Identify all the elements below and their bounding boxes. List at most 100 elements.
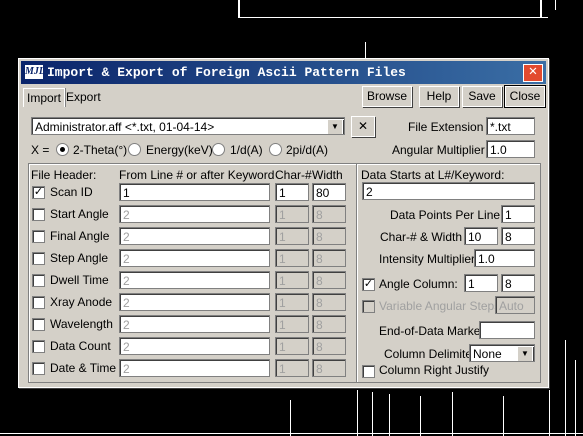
help-button[interactable]: Help xyxy=(419,86,459,107)
header-row-checkbox[interactable] xyxy=(32,340,45,353)
bg-line-4 xyxy=(575,360,576,436)
bg-line-3 xyxy=(565,340,566,436)
header-row-width-input: 8 xyxy=(312,293,346,311)
browse-button[interactable]: Browse xyxy=(362,86,412,107)
save-button[interactable]: Save xyxy=(462,86,502,107)
bg-line-9 xyxy=(452,392,453,436)
radio-energy[interactable] xyxy=(128,143,141,156)
header-row-char-input[interactable]: 1 xyxy=(275,183,309,201)
header-row-width-input: 8 xyxy=(312,315,346,333)
intensity-multiplier-label: Intensity Multiplier = xyxy=(379,252,486,266)
file-extension-label: File Extension = xyxy=(408,120,494,134)
radio-energy-label[interactable]: Energy(keV) xyxy=(146,143,213,157)
header-row-checkbox[interactable] xyxy=(32,274,45,287)
data-width-input[interactable]: 8 xyxy=(501,227,535,245)
tab-export[interactable]: Export xyxy=(63,88,104,106)
header-row-width-input[interactable]: 80 xyxy=(312,183,346,201)
points-per-line-input[interactable]: 1 xyxy=(501,205,535,223)
header-row-checkbox[interactable] xyxy=(32,318,45,331)
bg-line-tr xyxy=(555,0,556,10)
file-extension-input[interactable]: *.txt xyxy=(486,117,535,135)
header-row-char-input: 1 xyxy=(275,249,309,267)
angle-column-width-input[interactable]: 8 xyxy=(501,274,535,292)
header-row-label[interactable]: Xray Anode xyxy=(50,295,112,309)
column-delimiter-label: Column Delimiter: xyxy=(384,347,480,361)
header-row-label[interactable]: Start Angle xyxy=(50,207,109,221)
bg-line-top2 xyxy=(238,17,548,18)
header-row-checkbox[interactable] xyxy=(32,362,45,375)
header-row-checkbox[interactable] xyxy=(32,230,45,243)
bg-line-2 xyxy=(549,60,550,436)
angle-column-char-input[interactable]: 1 xyxy=(464,274,498,292)
header-row-width-input: 8 xyxy=(312,205,346,223)
header-row-line-input[interactable]: 1 xyxy=(119,183,270,201)
column-delimiter-value: None xyxy=(473,347,502,361)
data-char-input[interactable]: 10 xyxy=(464,227,498,245)
radio-1d[interactable] xyxy=(212,143,225,156)
header-row-checkbox[interactable] xyxy=(32,208,45,221)
radio-1d-label[interactable]: 1/d(A) xyxy=(230,143,263,157)
variable-steps-checkbox xyxy=(362,300,375,313)
header-row-label[interactable]: Wavelength xyxy=(50,317,113,331)
bg-line-6 xyxy=(372,392,373,436)
app-logo-icon: MJL xyxy=(25,65,45,79)
bg-line-12 xyxy=(0,433,583,434)
header-row-checkbox[interactable] xyxy=(32,296,45,309)
radio-2theta-label[interactable]: 2-Theta(°) xyxy=(73,143,127,157)
header-row-width-input: 8 xyxy=(312,337,346,355)
header-row-checkbox[interactable] xyxy=(32,252,45,265)
window-close-button[interactable]: ✕ xyxy=(523,64,543,82)
col-width: Width xyxy=(312,168,343,182)
column-delimiter-select[interactable]: None ▼ xyxy=(469,344,535,362)
header-row-line-input: 2 xyxy=(119,315,270,333)
right-justify-label[interactable]: Column Right Justify xyxy=(379,363,489,377)
header-row-width-input: 8 xyxy=(312,249,346,267)
intensity-multiplier-input[interactable]: 1.0 xyxy=(474,249,535,267)
header-row-char-input: 1 xyxy=(275,337,309,355)
data-starts-label: Data Starts at L#/Keyword: xyxy=(361,168,505,182)
bg-line-1 xyxy=(365,42,366,58)
data-starts-input[interactable]: 2 xyxy=(362,182,535,200)
file-format-select[interactable]: Administrator.aff <*.txt, 01-04-14> ▼ xyxy=(31,117,345,135)
file-format-value: Administrator.aff <*.txt, 01-04-14> xyxy=(35,120,215,134)
radio-2pid[interactable] xyxy=(269,143,282,156)
header-row-label[interactable]: Date & Time xyxy=(50,361,116,375)
header-row-line-input: 2 xyxy=(119,293,270,311)
header-row-label[interactable]: Data Count xyxy=(50,339,111,353)
header-row-line-input: 2 xyxy=(119,359,270,377)
angular-multiplier-label: Angular Multiplier = xyxy=(392,143,496,157)
end-of-data-input[interactable] xyxy=(479,321,535,339)
header-row-line-input: 2 xyxy=(119,271,270,289)
angle-column-label[interactable]: Angle Column: xyxy=(379,277,458,291)
radio-2pid-label[interactable]: 2pi/d(A) xyxy=(286,143,328,157)
window-title: Import & Export of Foreign Ascii Pattern… xyxy=(47,65,406,80)
tab-import[interactable]: Import xyxy=(23,88,66,107)
header-row-line-input: 2 xyxy=(119,227,270,245)
header-row-char-input: 1 xyxy=(275,271,309,289)
bg-line-11 xyxy=(290,400,291,436)
header-row-width-input: 8 xyxy=(312,271,346,289)
chevron-down-icon[interactable]: ▼ xyxy=(517,346,533,361)
right-justify-checkbox[interactable] xyxy=(362,365,375,378)
header-row-label[interactable]: Dwell Time xyxy=(50,273,109,287)
variable-steps-input: Auto xyxy=(495,296,535,314)
points-per-line-label: Data Points Per Line = xyxy=(390,208,511,222)
chevron-down-icon[interactable]: ▼ xyxy=(327,119,343,134)
angle-column-checkbox[interactable]: ✓ xyxy=(362,278,375,291)
header-row-char-input: 1 xyxy=(275,359,309,377)
radio-2theta[interactable] xyxy=(56,143,69,156)
bg-line-8 xyxy=(420,396,421,436)
header-row-checkbox[interactable]: ✓ xyxy=(32,186,45,199)
angular-multiplier-input[interactable]: 1.0 xyxy=(486,140,535,158)
header-row-label[interactable]: Final Angle xyxy=(50,229,109,243)
title-bar[interactable]: MJL Import & Export of Foreign Ascii Pat… xyxy=(21,61,546,84)
header-row-label[interactable]: Step Angle xyxy=(50,251,108,265)
bg-line-top xyxy=(238,0,240,18)
bg-line-5 xyxy=(357,390,358,436)
close-button[interactable]: Close xyxy=(504,85,546,108)
bg-line-top3 xyxy=(540,0,542,18)
col-file-header: File Header: xyxy=(31,168,97,182)
header-row-label[interactable]: Scan ID xyxy=(50,185,93,199)
clear-format-button[interactable]: ✕ xyxy=(351,116,375,137)
header-row-char-input: 1 xyxy=(275,293,309,311)
